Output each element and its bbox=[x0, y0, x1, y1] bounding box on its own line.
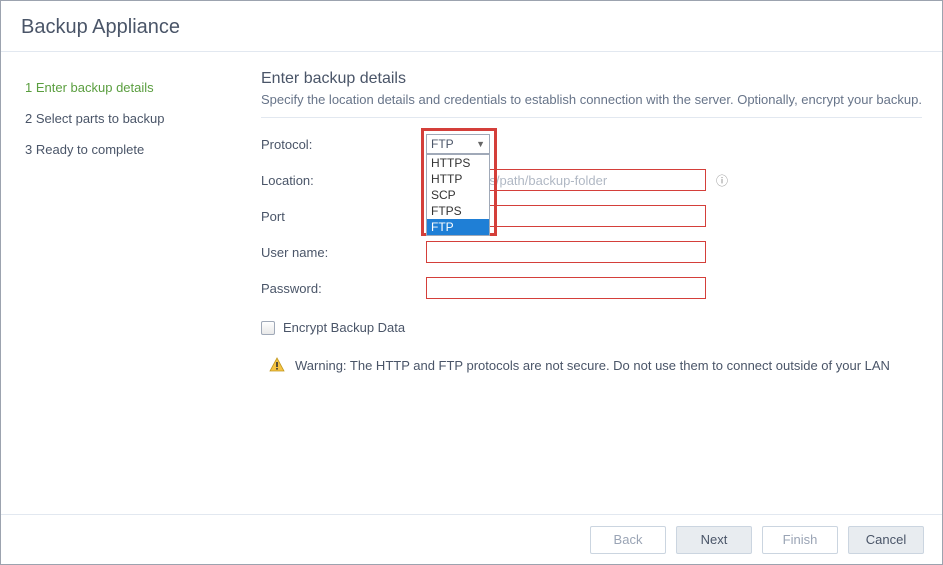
info-icon[interactable]: ⓘ bbox=[716, 172, 728, 189]
warning-row: Warning: The HTTP and FTP protocols are … bbox=[261, 357, 922, 373]
protocol-row: Protocol: FTP ▼ HTTPS HTTP SCP FTPS FTP bbox=[261, 132, 922, 156]
step-label: Enter backup details bbox=[36, 80, 154, 95]
back-button[interactable]: Back bbox=[590, 526, 666, 554]
protocol-option-ftp[interactable]: FTP bbox=[427, 219, 489, 235]
backup-form: Protocol: FTP ▼ HTTPS HTTP SCP FTPS FTP bbox=[261, 132, 922, 373]
protocol-dropdown: HTTPS HTTP SCP FTPS FTP bbox=[426, 154, 490, 236]
wizard-step-1[interactable]: 1 Enter backup details bbox=[1, 72, 251, 103]
protocol-option-ftps[interactable]: FTPS bbox=[427, 203, 489, 219]
password-row: Password: bbox=[261, 276, 922, 300]
step-number: 3 bbox=[25, 142, 32, 157]
step-number: 2 bbox=[25, 111, 32, 126]
location-row: Location: ⓘ bbox=[261, 168, 922, 192]
location-label: Location: bbox=[261, 173, 426, 188]
chevron-down-icon: ▼ bbox=[476, 139, 485, 149]
username-input[interactable] bbox=[426, 241, 706, 263]
wizard-step-2[interactable]: 2 Select parts to backup bbox=[1, 103, 251, 134]
dialog-header: Backup Appliance bbox=[1, 1, 942, 52]
protocol-select[interactable]: FTP ▼ HTTPS HTTP SCP FTPS FTP bbox=[426, 134, 490, 154]
warning-text: Warning: The HTTP and FTP protocols are … bbox=[295, 358, 890, 373]
protocol-label: Protocol: bbox=[261, 137, 426, 152]
encrypt-row: Encrypt Backup Data bbox=[261, 320, 922, 335]
port-label: Port bbox=[261, 209, 426, 224]
encrypt-label: Encrypt Backup Data bbox=[283, 320, 405, 335]
finish-button[interactable]: Finish bbox=[762, 526, 838, 554]
step-label: Select parts to backup bbox=[36, 111, 165, 126]
protocol-option-https[interactable]: HTTPS bbox=[427, 155, 489, 171]
step-label: Ready to complete bbox=[36, 142, 144, 157]
dialog-body: 1 Enter backup details 2 Select parts to… bbox=[1, 52, 942, 510]
warning-icon bbox=[269, 357, 285, 373]
content-title: Enter backup details bbox=[261, 70, 922, 88]
username-label: User name: bbox=[261, 245, 426, 260]
encrypt-checkbox[interactable] bbox=[261, 321, 275, 335]
step-number: 1 bbox=[25, 80, 32, 95]
protocol-select-display[interactable]: FTP ▼ bbox=[426, 134, 490, 154]
wizard-content: Enter backup details Specify the locatio… bbox=[251, 52, 942, 510]
protocol-value: FTP bbox=[431, 137, 454, 151]
protocol-option-http[interactable]: HTTP bbox=[427, 171, 489, 187]
content-subtitle: Specify the location details and credent… bbox=[261, 92, 922, 118]
protocol-option-scp[interactable]: SCP bbox=[427, 187, 489, 203]
next-button[interactable]: Next bbox=[676, 526, 752, 554]
password-label: Password: bbox=[261, 281, 426, 296]
dialog-title: Backup Appliance bbox=[21, 16, 922, 39]
port-row: Port bbox=[261, 204, 922, 228]
username-row: User name: bbox=[261, 240, 922, 264]
cancel-button[interactable]: Cancel bbox=[848, 526, 924, 554]
wizard-step-3[interactable]: 3 Ready to complete bbox=[1, 134, 251, 165]
wizard-sidebar: 1 Enter backup details 2 Select parts to… bbox=[1, 52, 251, 510]
dialog-footer: Back Next Finish Cancel bbox=[1, 514, 942, 564]
password-input[interactable] bbox=[426, 277, 706, 299]
